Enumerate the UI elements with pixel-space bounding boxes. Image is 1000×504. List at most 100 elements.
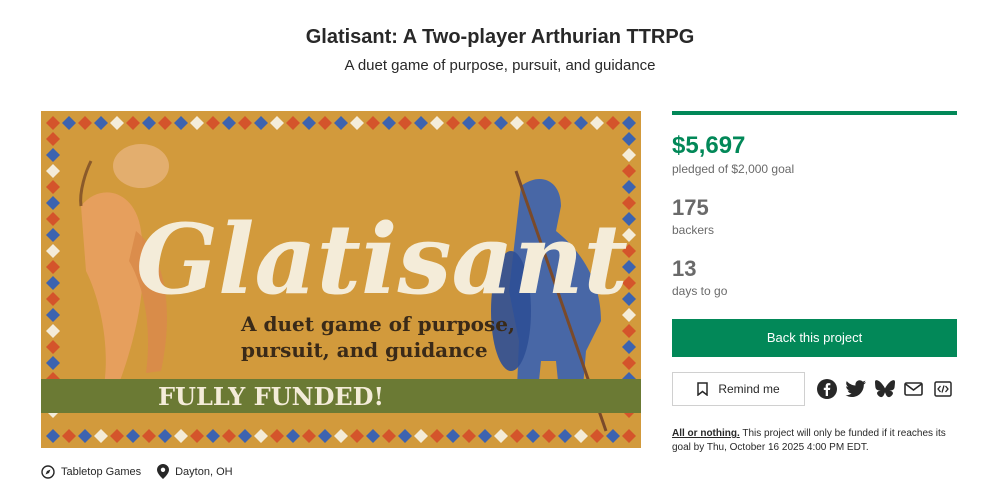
border-diamond [494, 116, 508, 130]
border-diamond [254, 429, 268, 443]
border-diamond [46, 196, 60, 210]
border-diamond [270, 429, 284, 443]
funding-progress-fill [672, 111, 957, 115]
border-diamond [190, 116, 204, 130]
funded-banner-text: FULLY FUNDED! [158, 382, 384, 411]
border-diamond [110, 116, 124, 130]
border-diamond [446, 116, 460, 130]
border-diamond [622, 429, 636, 443]
border-diamond [46, 180, 60, 194]
border-diamond [302, 116, 316, 130]
border-diamond [526, 116, 540, 130]
border-diamond [142, 116, 156, 130]
project-meta: Tabletop Games Dayton, OH [41, 464, 249, 479]
action-row: Remind me [672, 372, 957, 406]
border-diamond [366, 429, 380, 443]
border-diamond [350, 116, 364, 130]
border-diamond [174, 116, 188, 130]
border-diamond [430, 429, 444, 443]
twitter-icon[interactable] [841, 375, 870, 403]
location-link[interactable]: Dayton, OH [157, 464, 233, 479]
border-diamond [622, 116, 636, 130]
border-diamond [414, 429, 428, 443]
border-diamond [558, 116, 572, 130]
border-diamond [574, 429, 588, 443]
project-title: Glatisant: A Two-player Arthurian TTRPG [305, 26, 695, 48]
border-diamond [526, 429, 540, 443]
border-diamond [46, 429, 60, 443]
border-diamond [494, 429, 508, 443]
embed-icon[interactable] [928, 375, 957, 403]
border-diamond [174, 429, 188, 443]
border-diamond [142, 429, 156, 443]
back-project-button[interactable]: Back this project [672, 319, 957, 357]
border-diamond [46, 308, 60, 322]
border-diamond [590, 429, 604, 443]
border-diamond [574, 116, 588, 130]
hero-logo-text: Glatisant [136, 203, 628, 316]
border-diamond [334, 116, 348, 130]
all-or-nothing-link[interactable]: All or nothing. [672, 428, 740, 439]
border-diamond [46, 356, 60, 370]
border-diamond [398, 116, 412, 130]
border-diamond [430, 116, 444, 130]
border-diamond [46, 212, 60, 226]
border-diamond [366, 116, 380, 130]
border-diamond [622, 148, 636, 162]
facebook-icon[interactable] [812, 375, 841, 403]
days-label: days to go [672, 284, 728, 298]
location-label: Dayton, OH [175, 465, 233, 478]
border-diamond [206, 116, 220, 130]
days-remaining: 13 [672, 256, 697, 281]
border-diamond [270, 116, 284, 130]
border-diamond [222, 429, 236, 443]
border-diamond [206, 429, 220, 443]
border-diamond [46, 132, 60, 146]
bluesky-icon[interactable] [870, 375, 899, 403]
border-diamond [254, 116, 268, 130]
border-diamond [286, 429, 300, 443]
border-diamond [398, 429, 412, 443]
bookmark-icon [697, 382, 709, 396]
share-icons [812, 375, 957, 403]
border-diamond [382, 429, 396, 443]
project-subtitle: A duet game of purpose, pursuit, and gui… [344, 57, 656, 74]
category-link[interactable]: Tabletop Games [41, 464, 142, 479]
border-diamond [126, 116, 140, 130]
border-diamond [318, 116, 332, 130]
compass-icon [41, 464, 55, 479]
border-diamond [622, 180, 636, 194]
border-diamond [350, 429, 364, 443]
category-label: Tabletop Games [61, 465, 142, 478]
border-diamond [94, 116, 108, 130]
border-diamond [622, 164, 636, 178]
border-diamond [382, 116, 396, 130]
border-diamond [46, 340, 60, 354]
border-diamond [46, 116, 60, 130]
border-diamond [622, 356, 636, 370]
border-diamond [462, 429, 476, 443]
border-diamond [62, 116, 76, 130]
border-diamond [62, 429, 76, 443]
border-diamond [510, 116, 524, 130]
border-diamond [46, 244, 60, 258]
border-diamond [606, 116, 620, 130]
email-icon[interactable] [899, 375, 928, 403]
border-diamond [302, 429, 316, 443]
border-diamond [110, 429, 124, 443]
border-diamond [46, 228, 60, 242]
border-diamond [318, 429, 332, 443]
border-diamond [622, 340, 636, 354]
border-diamond [78, 116, 92, 130]
border-diamond [126, 429, 140, 443]
border-diamond [158, 429, 172, 443]
border-diamond [238, 116, 252, 130]
border-diamond [622, 324, 636, 338]
border-diamond [46, 292, 60, 306]
pledged-amount: $5,697 [672, 132, 746, 159]
funding-progress-bar [672, 111, 957, 115]
backers-label: backers [672, 223, 715, 237]
border-diamond [510, 429, 524, 443]
remind-me-button[interactable]: Remind me [672, 372, 805, 406]
project-hero-image[interactable]: Glatisant A duet game of purpose, pursui… [41, 111, 641, 448]
